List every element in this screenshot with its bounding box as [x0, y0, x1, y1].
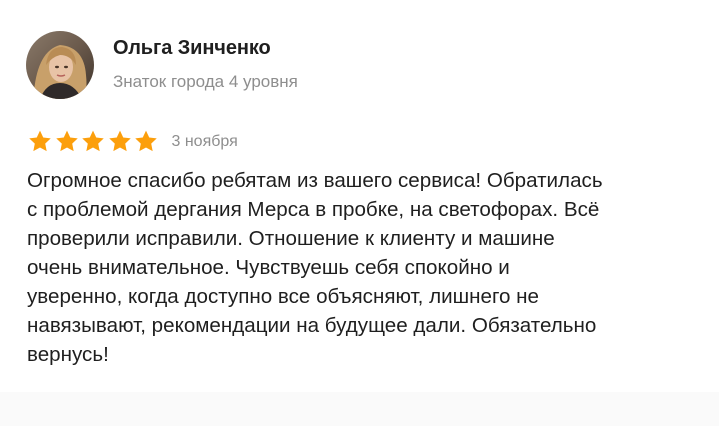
avatar[interactable] [26, 31, 94, 99]
review-text-line: проверили исправили. Отношение к клиенту… [27, 227, 555, 250]
review-text-line: навязывают, рекомендации на будущее дали… [27, 314, 597, 337]
review-text-line: вернусь! [27, 343, 109, 366]
review-text-line: Огромное спасибо ребятам из вашего серви… [27, 169, 603, 192]
review-text: Огромное спасибо ребятам из вашего серви… [27, 166, 697, 369]
star-icon [80, 129, 106, 154]
star-icon [27, 129, 53, 154]
review-text-line: с проблемой дергания Мерса в пробке, на … [27, 198, 600, 221]
author-name[interactable]: Ольга Зинченко [113, 36, 298, 60]
review-card: Ольга Зинченко Знаток города 4 уровня 3 … [0, 0, 719, 392]
star-icon [54, 129, 80, 154]
star-icon [107, 129, 133, 154]
star-icon [133, 129, 159, 154]
review-date: 3 ноября [171, 132, 238, 150]
review-text-line: очень внимательное. Чувствуешь себя спок… [27, 256, 510, 279]
avatar-photo [26, 31, 94, 99]
review-text-line: уверенно, когда доступно все объясняют, … [27, 285, 540, 308]
review-meta: 3 ноября [27, 129, 238, 154]
review-author: Ольга Зинченко Знаток города 4 уровня [26, 31, 298, 99]
rating-stars [27, 129, 160, 154]
bottom-divider [0, 392, 719, 426]
author-level: Знаток города 4 уровня [113, 71, 298, 91]
